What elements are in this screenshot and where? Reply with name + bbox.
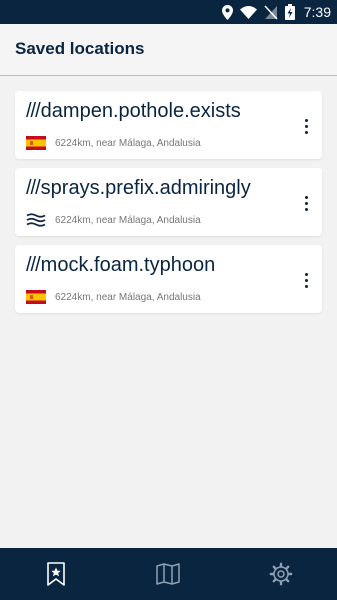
more-options-icon[interactable]	[298, 115, 314, 137]
location-icon	[221, 4, 233, 20]
location-words-text: dampen.pothole.exists	[40, 100, 241, 122]
slash-prefix: ///	[26, 177, 41, 199]
slash-prefix: ///	[26, 254, 41, 276]
nav-saved[interactable]	[0, 548, 112, 600]
water-waves-icon	[26, 213, 46, 227]
nav-settings[interactable]	[225, 548, 337, 600]
location-detail: 6224km, near Málaga, Andalusia	[55, 291, 201, 303]
location-subline: 6224km, near Málaga, Andalusia	[26, 135, 201, 151]
map-icon	[156, 563, 180, 585]
location-subline: 6224km, near Málaga, Andalusia	[26, 212, 201, 228]
app-header: Saved locations	[0, 24, 337, 76]
bookmark-star-icon	[47, 562, 65, 586]
page-title: Saved locations	[15, 39, 145, 58]
nav-map[interactable]	[112, 548, 224, 600]
wifi-icon	[239, 5, 257, 19]
spain-flag-icon	[26, 136, 46, 150]
no-sim-icon	[264, 4, 278, 20]
location-words-text: mock.foam.typhoon	[40, 254, 216, 276]
more-options-icon[interactable]	[298, 192, 314, 214]
location-words: ///sprays.prefix.admiringly	[26, 177, 251, 200]
battery-charging-icon	[284, 4, 295, 20]
location-card[interactable]: ///mock.foam.typhoon 6224km, near Málaga…	[15, 245, 322, 313]
spain-flag-icon	[26, 290, 46, 304]
bottom-nav	[0, 548, 337, 600]
location-words: ///dampen.pothole.exists	[26, 100, 241, 123]
more-options-icon[interactable]	[298, 269, 314, 291]
location-card[interactable]: ///sprays.prefix.admiringly 6224km, near…	[15, 168, 322, 236]
settings-gear-icon	[269, 562, 293, 586]
location-subline: 6224km, near Málaga, Andalusia	[26, 289, 201, 305]
slash-prefix: ///	[26, 100, 41, 122]
location-words-text: sprays.prefix.admiringly	[40, 177, 251, 199]
location-detail: 6224km, near Málaga, Andalusia	[55, 214, 201, 226]
location-words: ///mock.foam.typhoon	[26, 254, 215, 277]
clock: 7:39	[303, 4, 331, 20]
status-bar: 7:39	[0, 0, 337, 24]
location-card[interactable]: ///dampen.pothole.exists 6224km, near Má…	[15, 91, 322, 159]
location-detail: 6224km, near Málaga, Andalusia	[55, 137, 201, 149]
